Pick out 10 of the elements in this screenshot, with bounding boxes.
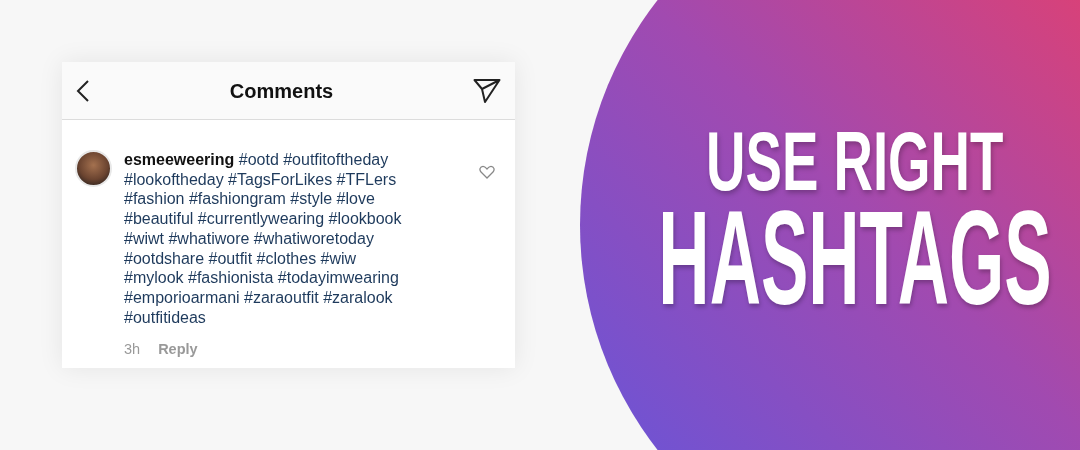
avatar[interactable] — [75, 150, 112, 187]
heart-icon[interactable] — [479, 165, 495, 179]
username-link[interactable]: esmeeweering — [124, 151, 235, 168]
headline-text: USE RIGHT — [706, 118, 1004, 204]
comment-time: 3h — [124, 340, 141, 360]
send-icon[interactable] — [473, 77, 501, 104]
comment-text: esmeeweering #ootd #outfitoftheday #lookoftheday #TagsForLikes #TFLers #fashion #fashiongram #style #love #beautiful #currentlywearing #lookbook #wiwt #whatiwore #whatiworetoday #ootdshare #outfit #clothes #wiw #mylook #fashionista #todayimwearing #emporioarmani #zaraoutfit #zaralook #outfitideas — [124, 150, 403, 328]
back-icon[interactable] — [76, 78, 90, 103]
headline-text: HASHTAGS — [658, 204, 1052, 312]
screen-title: Comments — [229, 78, 334, 104]
